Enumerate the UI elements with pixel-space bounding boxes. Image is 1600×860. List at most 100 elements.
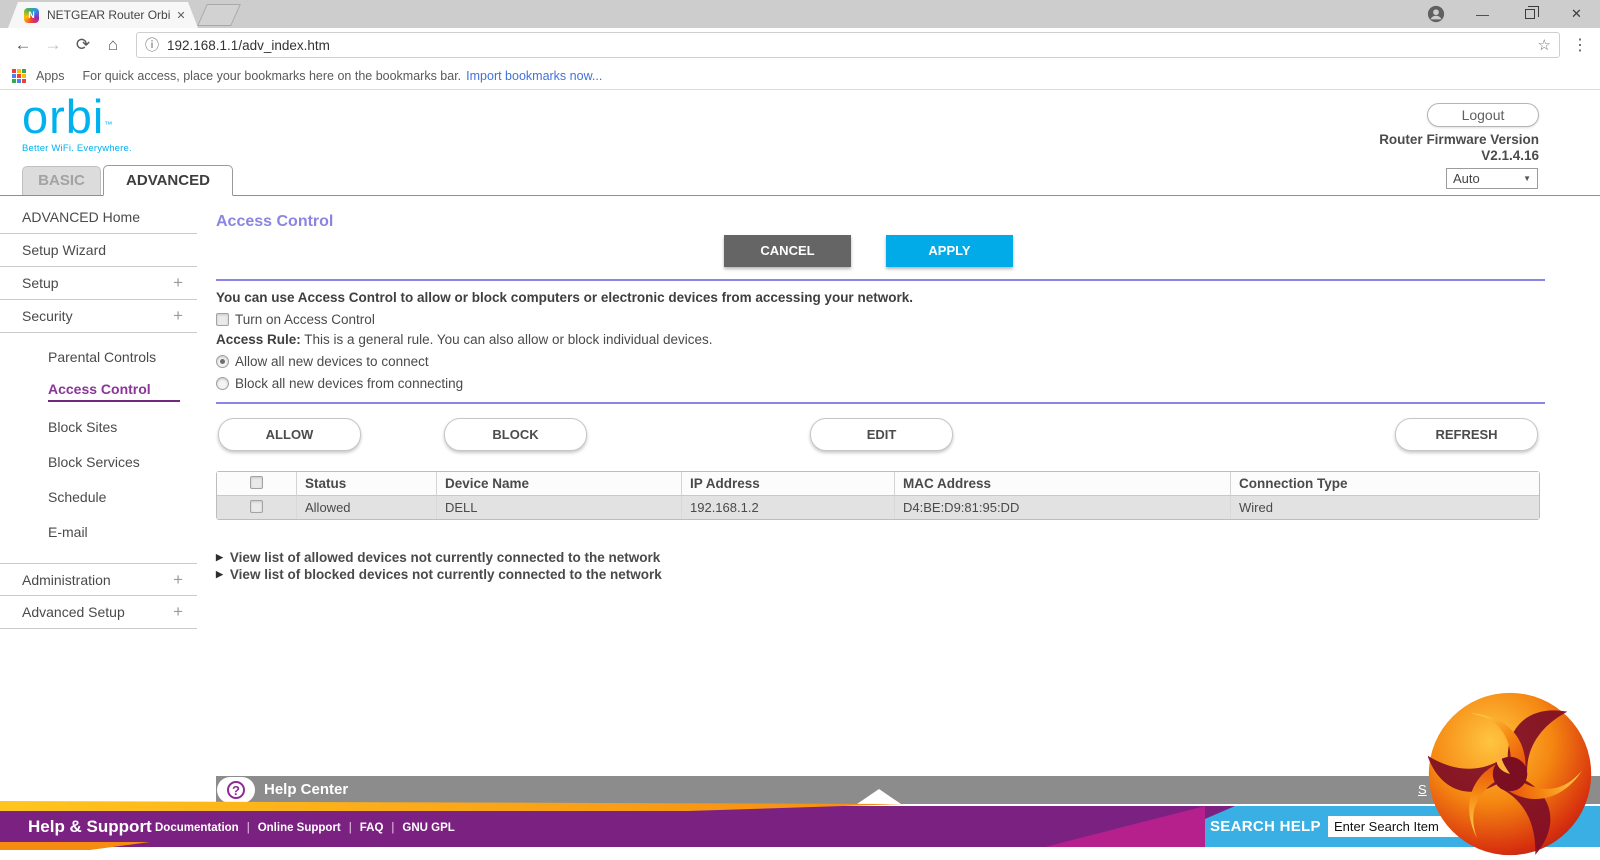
browser-toolbar: ← → ⟳ ⌂ ⓘ 192.168.1.1/adv_index.htm ☆ ⋮ bbox=[0, 28, 1600, 62]
help-support-label: Help & Support bbox=[28, 817, 152, 836]
sidebar-item-schedule[interactable]: Schedule bbox=[0, 479, 197, 514]
sidebar-nav: ADVANCED Home Setup Wizard Setup + Securi… bbox=[0, 197, 197, 629]
sidebar-item-setup[interactable]: Setup + bbox=[0, 267, 197, 300]
block-new-devices-radio[interactable] bbox=[216, 377, 229, 390]
logout-button[interactable]: Logout bbox=[1427, 103, 1539, 127]
allow-new-devices-radio[interactable] bbox=[216, 355, 229, 368]
firmware-version: V2.1.4.16 bbox=[1481, 148, 1539, 163]
device-mac: D4:BE:D9:81:95:DD bbox=[895, 496, 1231, 519]
profile-icon bbox=[1427, 5, 1444, 23]
tab-close-icon[interactable]: ✕ bbox=[176, 9, 185, 22]
expand-plus-icon: + bbox=[173, 273, 183, 292]
apps-label[interactable]: Apps bbox=[36, 69, 65, 83]
orbi-logo: orbi™ Better WiFi. Everywhere. bbox=[22, 90, 132, 155]
page-info-icon[interactable]: ⓘ bbox=[145, 35, 159, 55]
sidebar-item-block-sites[interactable]: Block Sites bbox=[0, 409, 197, 444]
allow-button[interactable]: ALLOW bbox=[218, 418, 361, 451]
browser-titlebar: N NETGEAR Router Orbi ✕ — ✕ bbox=[0, 0, 1600, 28]
sidebar-item-email[interactable]: E-mail bbox=[0, 514, 197, 549]
sidebar-item-access-control[interactable]: Access Control bbox=[0, 374, 197, 409]
help-center-bar[interactable]: ? Help Center S bbox=[216, 776, 1600, 804]
expand-up-arrow-icon[interactable] bbox=[857, 789, 901, 804]
row-select-checkbox[interactable] bbox=[250, 499, 263, 513]
close-button[interactable]: ✕ bbox=[1553, 0, 1600, 28]
gnu-gpl-link[interactable]: GNU GPL bbox=[402, 806, 454, 850]
search-help-label: SEARCH HELP bbox=[1210, 818, 1321, 835]
restore-icon bbox=[1524, 6, 1539, 19]
firmware-version-block: Router Firmware Version V2.1.4.16 bbox=[1379, 132, 1539, 164]
sidebar-item-security[interactable]: Security + bbox=[0, 300, 197, 333]
new-tab-button[interactable] bbox=[197, 4, 241, 26]
sidebar-item-block-services[interactable]: Block Services bbox=[0, 444, 197, 479]
faq-link[interactable]: FAQ bbox=[360, 806, 384, 850]
sidebar-item-advanced-setup[interactable]: Advanced Setup + bbox=[0, 596, 197, 629]
block-new-devices-label: Block all new devices from connecting bbox=[235, 376, 464, 391]
sidebar-item-setup-wizard[interactable]: Setup Wizard bbox=[0, 234, 197, 267]
device-status: Allowed bbox=[297, 496, 437, 519]
col-mac-address: MAC Address bbox=[895, 472, 1231, 496]
home-icon[interactable]: ⌂ bbox=[100, 35, 126, 55]
sidebar-item-administration[interactable]: Administration + bbox=[0, 563, 197, 596]
sidebar-item-parental-controls[interactable]: Parental Controls bbox=[0, 339, 197, 374]
edit-button[interactable]: EDIT bbox=[810, 418, 953, 451]
divider bbox=[216, 402, 1545, 404]
restore-button[interactable] bbox=[1506, 0, 1553, 28]
select-all-checkbox[interactable] bbox=[250, 475, 263, 489]
apply-button[interactable]: APPLY bbox=[886, 235, 1013, 267]
import-bookmarks-link[interactable]: Import bookmarks now... bbox=[466, 69, 602, 83]
help-center-label: Help Center bbox=[264, 781, 349, 798]
access-rule-text: This is a general rule. You can also all… bbox=[300, 332, 713, 347]
logo-tagline: Better WiFi. Everywhere. bbox=[22, 143, 132, 154]
trademark-symbol: ™ bbox=[104, 120, 113, 129]
forward-icon: → bbox=[44, 35, 62, 54]
reload-icon[interactable]: ⟳ bbox=[70, 35, 96, 55]
url-bar[interactable]: ⓘ 192.168.1.1/adv_index.htm ☆ bbox=[136, 32, 1560, 58]
main-content: Access Control CANCEL APPLY You can use … bbox=[197, 197, 1600, 629]
turn-on-access-control-label: Turn on Access Control bbox=[235, 312, 375, 327]
device-ip: 192.168.1.2 bbox=[682, 496, 895, 519]
tab-advanced[interactable]: ADVANCED bbox=[103, 165, 233, 196]
sidebar-item-advanced-home[interactable]: ADVANCED Home bbox=[0, 201, 197, 234]
view-blocked-devices-link[interactable]: ▶ View list of blocked devices not curre… bbox=[216, 566, 1545, 583]
router-page: orbi™ Better WiFi. Everywhere. Logout Ro… bbox=[0, 90, 1600, 860]
cancel-button[interactable]: CANCEL bbox=[724, 235, 851, 267]
browser-window: N NETGEAR Router Orbi ✕ — ✕ ← → ⟳ ⌂ ⓘ 19… bbox=[0, 0, 1600, 860]
col-ip-address: IP Address bbox=[682, 472, 895, 496]
bookmark-star-icon[interactable]: ☆ bbox=[1538, 36, 1551, 54]
orbi-swirl-logo bbox=[1428, 692, 1592, 856]
access-rule-line: Access Rule: This is a general rule. You… bbox=[216, 332, 1545, 347]
online-support-link[interactable]: Online Support bbox=[258, 806, 341, 850]
orbi-logo-text: orbi bbox=[22, 90, 105, 143]
profile-button[interactable] bbox=[1412, 0, 1459, 28]
tab-title: NETGEAR Router Orbi bbox=[47, 8, 171, 22]
allow-new-devices-label: Allow all new devices to connect bbox=[235, 354, 429, 369]
devices-table: Status Device Name IP Address MAC Addres… bbox=[216, 471, 1540, 520]
browser-tab[interactable]: N NETGEAR Router Orbi ✕ bbox=[8, 2, 198, 28]
table-header-row: Status Device Name IP Address MAC Addres… bbox=[217, 472, 1539, 496]
url-text[interactable]: 192.168.1.1/adv_index.htm bbox=[167, 38, 1538, 53]
footer-magenta-wedge bbox=[1045, 806, 1205, 847]
browser-menu-icon[interactable]: ⋮ bbox=[1570, 35, 1590, 55]
col-status: Status bbox=[297, 472, 437, 496]
refresh-button[interactable]: REFRESH bbox=[1395, 418, 1538, 451]
col-connection-type: Connection Type bbox=[1231, 472, 1539, 496]
block-button[interactable]: BLOCK bbox=[444, 418, 587, 451]
device-connection: Wired bbox=[1231, 496, 1539, 519]
expand-plus-icon: + bbox=[173, 306, 183, 325]
back-icon[interactable]: ← bbox=[10, 35, 36, 55]
minimize-button[interactable]: — bbox=[1459, 0, 1506, 28]
mode-tabstrip: BASIC ADVANCED bbox=[0, 165, 1600, 196]
view-allowed-devices-link[interactable]: ▶ View list of allowed devices not curre… bbox=[216, 549, 1545, 566]
access-control-intro: You can use Access Control to allow or b… bbox=[216, 290, 913, 305]
firmware-label: Router Firmware Version bbox=[1379, 132, 1539, 147]
device-name: DELL bbox=[437, 496, 682, 519]
page-title: Access Control bbox=[216, 213, 334, 230]
security-submenu: Parental Controls Access Control Block S… bbox=[0, 333, 197, 563]
turn-on-access-control-checkbox[interactable] bbox=[216, 313, 229, 326]
documentation-link[interactable]: Documentation bbox=[155, 806, 239, 850]
bookmarks-bar: Apps For quick access, place your bookma… bbox=[0, 62, 1600, 90]
divider bbox=[216, 279, 1545, 281]
tab-basic[interactable]: BASIC bbox=[22, 166, 101, 195]
apps-grid-icon[interactable] bbox=[12, 68, 26, 83]
show-hide-help-link[interactable]: S bbox=[1418, 776, 1427, 804]
